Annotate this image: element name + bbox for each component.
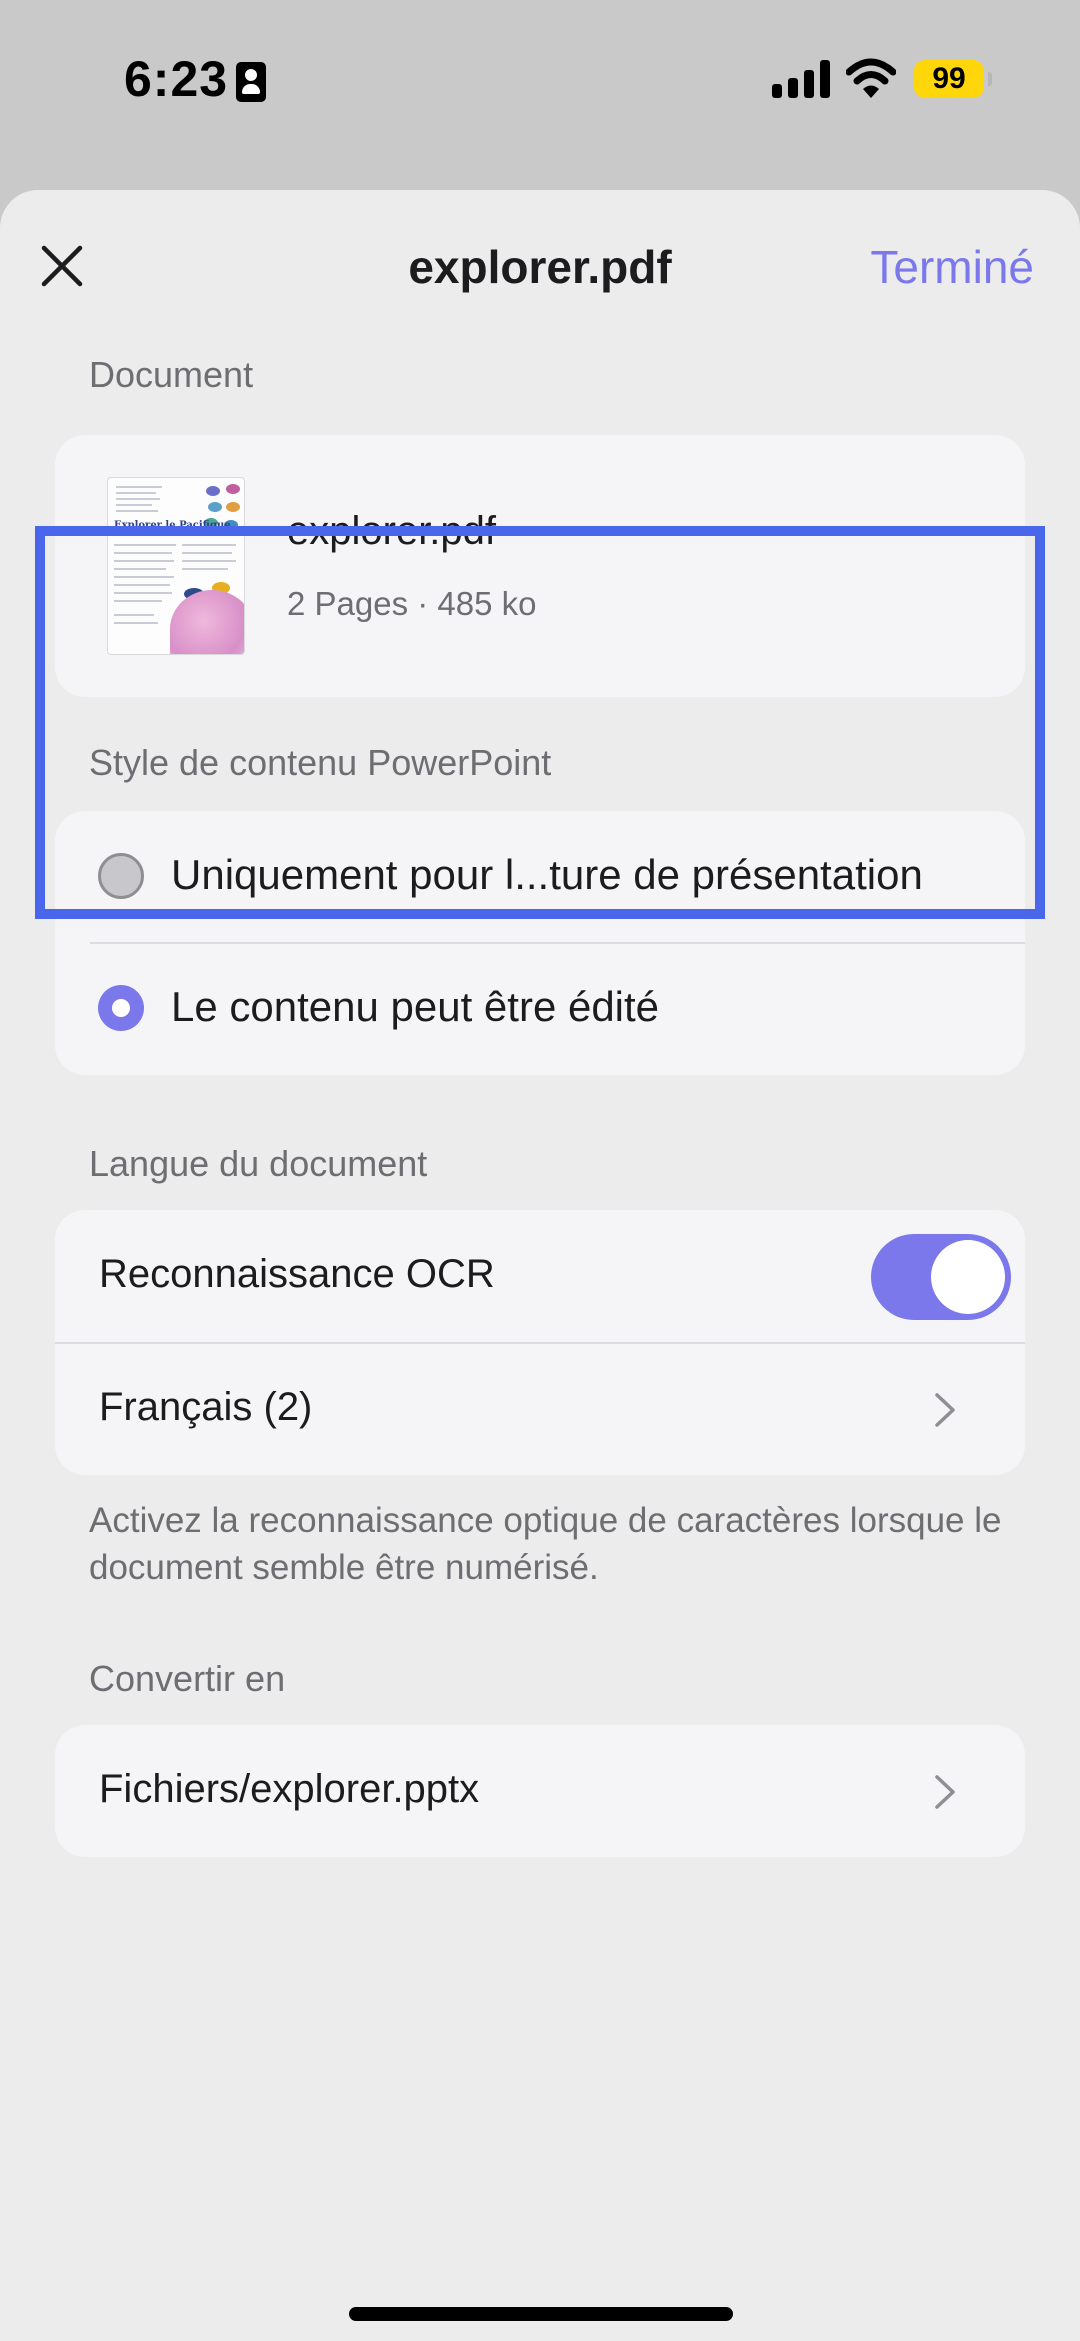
- language-value: Français (2): [99, 1385, 313, 1429]
- radio-option-label: Le contenu peut être édité: [171, 983, 660, 1030]
- chevron-right-icon: [935, 1393, 955, 1427]
- ocr-helper-text: Activez la reconnaissance optique de car…: [89, 1501, 1002, 1587]
- section-label-convert-to: Convertir en: [89, 1658, 286, 1699]
- radio-selected-icon[interactable]: [98, 985, 144, 1031]
- toggle-knob: [931, 1240, 1005, 1314]
- cellular-signal-icon: [772, 60, 832, 98]
- status-time: 6:23: [124, 51, 229, 107]
- done-button[interactable]: Terminé: [870, 240, 1034, 294]
- convert-card: Fichiers/explorer.pptx: [55, 1725, 1025, 1857]
- language-row[interactable]: Français (2): [55, 1343, 1025, 1475]
- home-indicator[interactable]: [349, 2307, 733, 2321]
- section-label-document-language: Langue du document: [89, 1143, 428, 1184]
- contact-card-icon: [236, 62, 266, 102]
- ocr-label: Reconnaissance OCR: [99, 1252, 495, 1296]
- chevron-right-icon: [935, 1775, 955, 1809]
- status-bar: 6:23 99: [0, 0, 1080, 170]
- conversion-sheet: explorer.pdf Terminé Document Explorer l…: [0, 190, 1080, 2341]
- output-path: Fichiers/explorer.pptx: [99, 1767, 480, 1811]
- language-card: Reconnaissance OCR Français (2): [55, 1210, 1025, 1475]
- ocr-row: Reconnaissance OCR: [55, 1210, 1025, 1342]
- battery-icon: 99: [914, 60, 992, 98]
- highlight-annotation-box: [35, 526, 1045, 919]
- section-label-document: Document: [89, 354, 254, 395]
- output-path-row[interactable]: Fichiers/explorer.pptx: [55, 1725, 1025, 1857]
- wifi-icon: [846, 58, 896, 98]
- ocr-toggle[interactable]: [871, 1234, 1011, 1320]
- radio-option-editable[interactable]: Le contenu peut être édité: [55, 943, 1025, 1075]
